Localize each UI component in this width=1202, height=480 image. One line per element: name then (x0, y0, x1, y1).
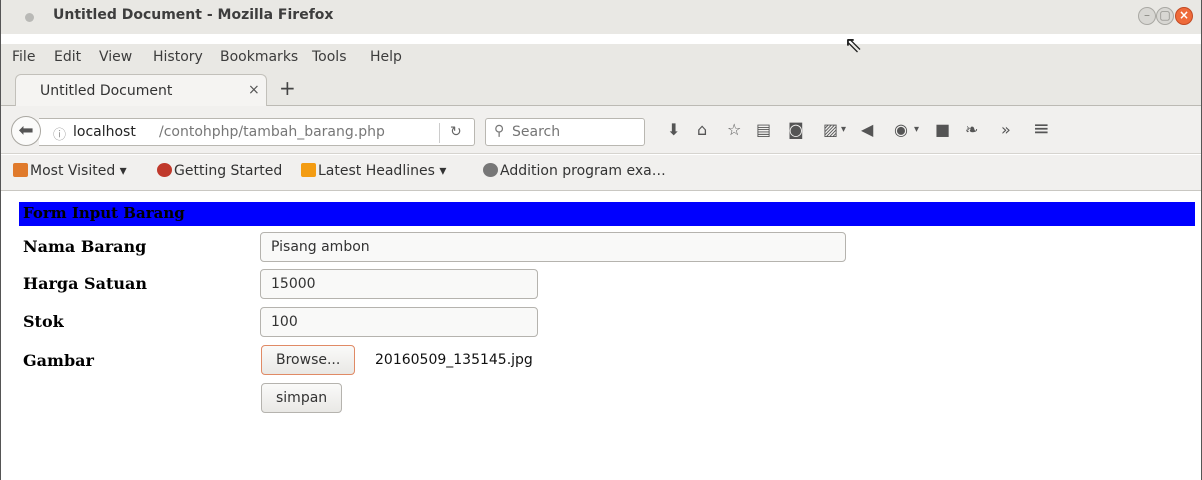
save-page-icon[interactable]: ■ (935, 120, 950, 139)
menu-tools[interactable]: Tools (312, 49, 347, 65)
back-button[interactable]: ⬅ (11, 116, 41, 146)
menu-help[interactable]: Help (370, 49, 402, 65)
tab-close-icon[interactable]: × (248, 82, 260, 98)
rss-icon (301, 163, 316, 177)
globe-icon (483, 163, 498, 177)
menu-bar: File Edit View History Bookmarks Tools H… (1, 44, 1201, 68)
bookmark-label: Latest Headlines ▾ (318, 163, 447, 179)
star-bookmark-icon[interactable]: ☆ (727, 120, 741, 139)
bookmark-getting-started[interactable]: Getting Started (157, 163, 282, 179)
bookmark-label: Getting Started (174, 163, 283, 179)
url-bar[interactable]: ⓘ localhost /contohphp/tambah_barang.php… (39, 118, 475, 146)
firefox-icon (157, 163, 172, 177)
eye-icon[interactable]: ◉ (894, 120, 908, 139)
stok-input[interactable] (260, 307, 538, 337)
window-title: Untitled Document - Mozilla Firefox (53, 7, 334, 23)
extension-icon[interactable]: ❧ (965, 120, 978, 139)
window-dot-icon (25, 13, 34, 22)
tab-label: Untitled Document (40, 83, 173, 99)
nama-barang-input[interactable] (260, 232, 846, 262)
bookmark-label: Most Visited ▾ (30, 163, 127, 179)
download-icon[interactable]: ⬇ (667, 120, 680, 139)
browse-button[interactable]: Browse... (261, 345, 356, 375)
close-window-button[interactable]: × (1175, 7, 1193, 25)
selected-file-name: 20160509_135145.jpg (375, 352, 533, 368)
hamburger-menu-icon[interactable]: ≡ (1033, 116, 1050, 140)
harga-satuan-input[interactable] (260, 269, 538, 299)
url-path: /contohphp/tambah_barang.php (159, 124, 385, 140)
title-bar: Untitled Document - Mozilla Firefox – ▢ … (1, 0, 1201, 34)
menu-file[interactable]: File (12, 49, 35, 65)
maximize-button[interactable]: ▢ (1156, 7, 1174, 25)
bookmarks-toolbar: Most Visited ▾ Getting Started Latest He… (1, 155, 1201, 191)
page-content: Form Input Barang Nama Barang Harga Satu… (1, 192, 1201, 480)
url-host: localhost (73, 124, 136, 140)
tab-untitled-document[interactable]: Untitled Document × (15, 74, 267, 107)
send-icon[interactable]: ◀ (861, 120, 873, 139)
nama-barang-label: Nama Barang (23, 237, 147, 256)
folder-icon (13, 163, 28, 177)
bookmark-latest-headlines[interactable]: Latest Headlines ▾ (301, 163, 446, 179)
simpan-button[interactable]: simpan (261, 383, 343, 413)
bookmark-label: Addition program exa… (500, 163, 666, 179)
form-header: Form Input Barang (19, 202, 1195, 226)
search-bar[interactable]: ⚲ (485, 118, 645, 146)
bookmark-most-visited[interactable]: Most Visited ▾ (13, 163, 127, 179)
url-separator (439, 123, 440, 143)
screenshot-icon[interactable]: ▨ (823, 120, 838, 139)
tab-strip: Untitled Document × + (1, 68, 1201, 107)
menu-edit[interactable]: Edit (54, 49, 81, 65)
menu-view[interactable]: View (99, 49, 132, 65)
minimize-button[interactable]: – (1138, 7, 1156, 25)
back-arrow-icon: ⬅ (18, 120, 34, 141)
harga-satuan-label: Harga Satuan (23, 274, 147, 293)
menu-history[interactable]: History (153, 49, 203, 65)
stok-label: Stok (23, 312, 64, 331)
browser-window: Untitled Document - Mozilla Firefox – ▢ … (0, 0, 1202, 480)
screenshot-dropdown-icon[interactable]: ▾ (841, 124, 846, 135)
search-icon: ⚲ (494, 123, 505, 139)
bookmark-addition-program[interactable]: Addition program exa… (483, 163, 666, 179)
eye-dropdown-icon[interactable]: ▾ (914, 124, 919, 135)
home-icon[interactable]: ⌂ (697, 120, 707, 139)
info-icon[interactable]: ⓘ (53, 124, 66, 143)
overflow-button[interactable]: » (1001, 120, 1011, 139)
search-input[interactable] (512, 122, 640, 142)
bookmarks-list-icon[interactable]: ▤ (756, 120, 771, 139)
mouse-cursor-icon: ⇖ (844, 33, 863, 58)
pocket-icon[interactable]: ◙ (788, 120, 804, 139)
menu-bookmarks[interactable]: Bookmarks (220, 49, 298, 65)
new-tab-button[interactable]: + (279, 76, 296, 100)
navigation-toolbar: ⓘ localhost /contohphp/tambah_barang.php… (1, 106, 1201, 154)
reload-icon[interactable]: ↻ (450, 124, 462, 140)
gambar-label: Gambar (23, 351, 94, 370)
